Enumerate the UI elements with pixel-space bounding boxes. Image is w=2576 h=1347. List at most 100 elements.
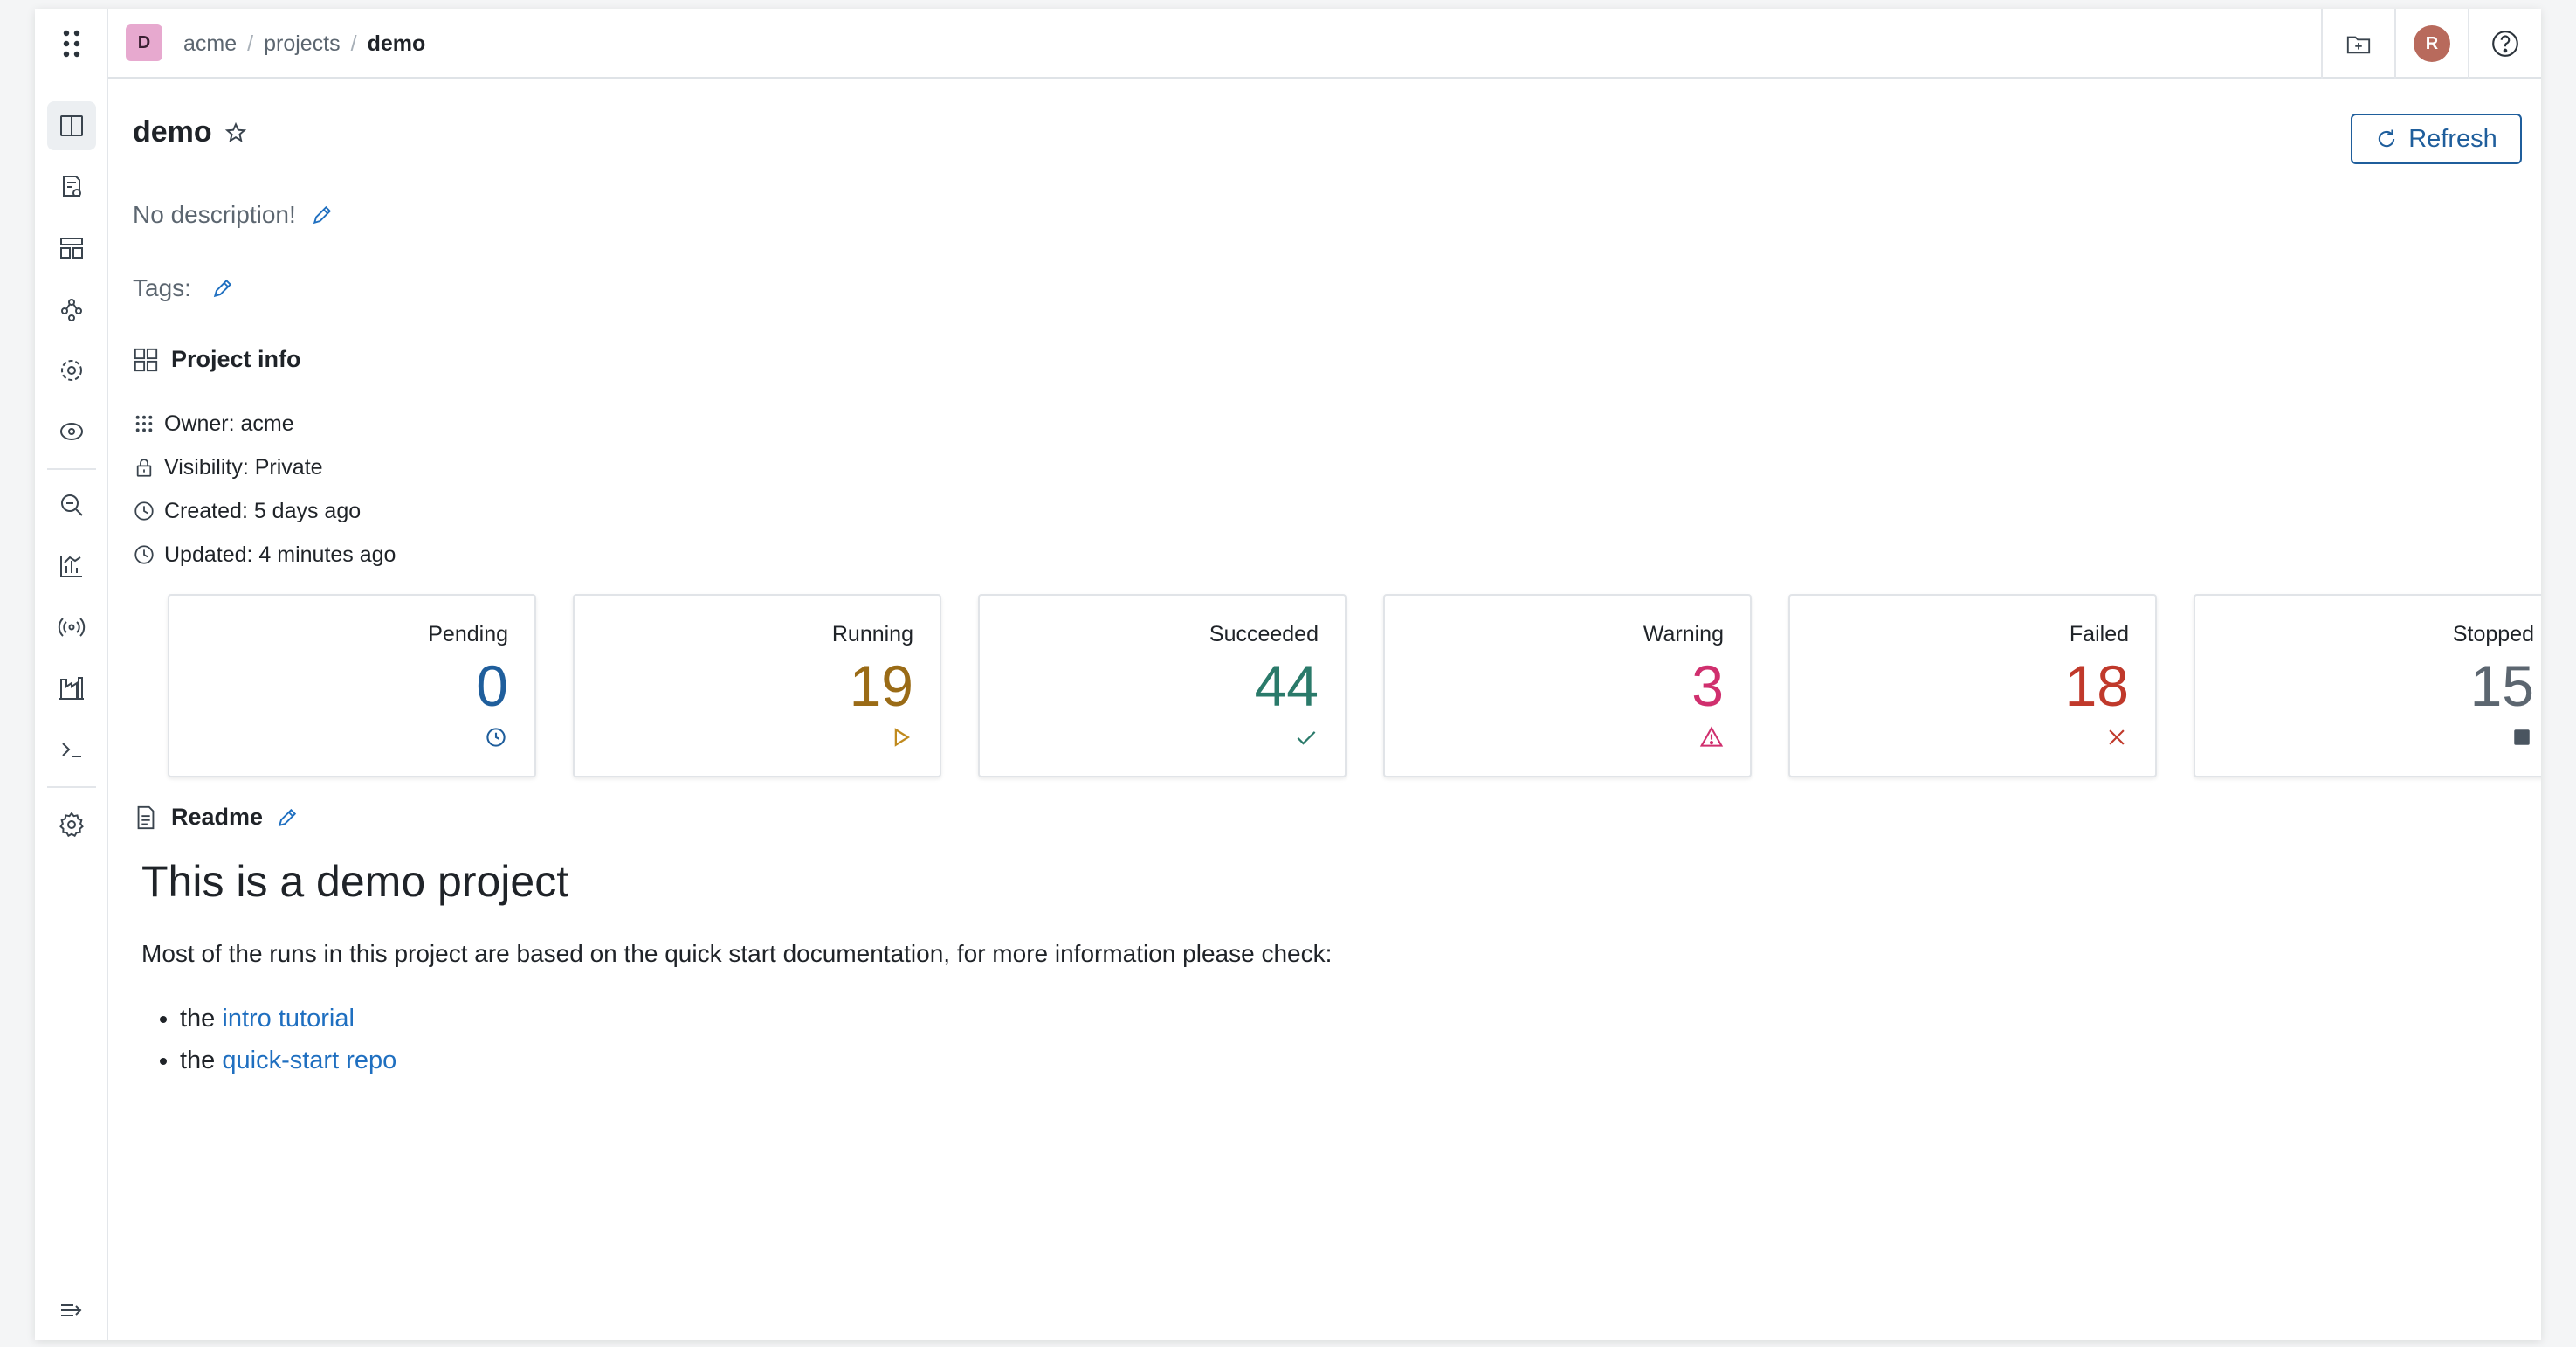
hub-icon xyxy=(61,360,82,381)
layout-icon xyxy=(60,238,83,259)
refresh-icon xyxy=(2379,129,2395,148)
list-prefix: the xyxy=(180,1005,223,1033)
play-icon xyxy=(894,728,911,747)
breadcrumb-separator: / xyxy=(350,31,357,56)
card-value: 15 xyxy=(2469,653,2534,718)
sidebar-divider xyxy=(47,786,96,788)
clock-icon xyxy=(134,501,154,521)
breadcrumb-projects[interactable]: projects xyxy=(264,31,341,57)
quick-start-repo-link[interactable]: quick-start repo xyxy=(222,1047,396,1074)
sidebar-item-agents[interactable] xyxy=(47,603,96,652)
sidebar-item-models[interactable] xyxy=(47,407,96,456)
sidebar-item-analytics[interactable] xyxy=(47,542,96,591)
tags-row: Tags: xyxy=(133,274,235,302)
intro-tutorial-link[interactable]: intro tutorial xyxy=(222,1005,355,1033)
grid-icon xyxy=(134,348,158,371)
check-icon xyxy=(1297,731,1316,745)
card-label: Stopped xyxy=(2452,622,2534,646)
sidebar-item-registry[interactable] xyxy=(47,664,96,713)
project-info-list: Owner: acme Visibility: Private Created:… xyxy=(133,402,396,577)
app-window: D acme / projects / demo R demo Refresh … xyxy=(35,9,2541,1340)
status-card-stopped[interactable]: Stopped 15 xyxy=(2194,594,2541,777)
lock-icon xyxy=(136,459,152,477)
created-text: Created: 5 days ago xyxy=(164,498,362,523)
breadcrumb-owner[interactable]: acme xyxy=(183,31,237,57)
info-visibility: Visibility: Private xyxy=(133,446,396,489)
clock-icon xyxy=(134,545,154,564)
main-content: demo Refresh No description! Tags: Proje… xyxy=(108,79,2541,1340)
card-label: Succeeded xyxy=(1209,622,1319,646)
description-row: No description! xyxy=(133,201,334,229)
status-card-succeeded[interactable]: Succeeded 44 xyxy=(978,594,1347,777)
card-value: 0 xyxy=(476,653,508,718)
card-label: Failed xyxy=(2069,622,2129,646)
avatar: R xyxy=(2414,25,2450,62)
card-value: 44 xyxy=(1254,653,1319,718)
card-value: 3 xyxy=(1691,653,1724,718)
file-settings-icon xyxy=(63,176,81,197)
breadcrumb-current: demo xyxy=(367,31,426,56)
sidebar-item-terminal[interactable] xyxy=(47,725,96,774)
status-card-failed[interactable]: Failed 18 xyxy=(1788,594,2157,777)
edit-description-icon[interactable] xyxy=(310,203,334,227)
sidebar-item-search[interactable] xyxy=(47,480,96,529)
updated-text: Updated: 4 minutes ago xyxy=(164,542,396,567)
sidebar-item-components[interactable] xyxy=(47,346,96,395)
target-icon xyxy=(60,423,83,440)
sidebar-item-runs[interactable] xyxy=(47,162,96,211)
help-button[interactable] xyxy=(2468,9,2541,79)
new-project-button[interactable] xyxy=(2321,9,2394,79)
help-icon xyxy=(2492,31,2518,57)
factory-icon xyxy=(59,677,84,700)
search-icon xyxy=(61,494,83,516)
page-title: demo xyxy=(133,115,247,149)
panels-icon xyxy=(60,115,83,136)
star-icon[interactable] xyxy=(224,121,247,144)
sidebar-collapse-button[interactable] xyxy=(47,1286,96,1335)
readme-h1: This is a demo project xyxy=(141,857,569,906)
readme-content: This is a demo project Most of the runs … xyxy=(141,856,2325,1081)
status-cards: Pending 0 Running 19 Succeeded 44 Warnin… xyxy=(168,594,2541,777)
warning-icon xyxy=(1699,726,1724,747)
gear-icon xyxy=(59,812,84,838)
project-info-heading: Project info xyxy=(133,346,301,373)
top-header: D acme / projects / demo R xyxy=(108,9,2541,79)
sidebar-divider xyxy=(47,468,96,470)
card-value: 18 xyxy=(2064,653,2129,718)
status-card-warning[interactable]: Warning 3 xyxy=(1383,594,1752,777)
project-avatar[interactable]: D xyxy=(126,24,162,61)
description-text: No description! xyxy=(133,201,296,228)
sidebar-item-settings[interactable] xyxy=(47,800,96,849)
user-menu-button[interactable]: R xyxy=(2394,9,2468,79)
sidebar xyxy=(35,9,108,1340)
app-menu-button[interactable] xyxy=(35,9,108,79)
broadcast-icon xyxy=(58,618,86,637)
readme-list: the intro tutorial the quick-start repo xyxy=(141,998,2325,1081)
readme-title: Readme xyxy=(171,804,264,830)
collapse-icon xyxy=(61,1304,82,1316)
new-folder-icon xyxy=(2346,36,2371,54)
sidebar-item-dashboards[interactable] xyxy=(47,224,96,273)
dots-icon xyxy=(135,415,153,432)
tags-label: Tags: xyxy=(133,274,191,301)
nodes-icon xyxy=(61,299,82,321)
project-name: demo xyxy=(133,115,212,149)
status-card-pending[interactable]: Pending 0 xyxy=(168,594,536,777)
card-value: 19 xyxy=(849,653,913,718)
refresh-button[interactable]: Refresh xyxy=(2351,114,2522,164)
stop-icon xyxy=(2514,729,2530,745)
project-info-title: Project info xyxy=(171,346,301,372)
info-owner: Owner: acme xyxy=(133,402,396,446)
card-label: Pending xyxy=(428,622,508,646)
breadcrumb: acme / projects / demo xyxy=(183,9,425,79)
sidebar-item-graph[interactable] xyxy=(47,285,96,334)
edit-tags-icon[interactable] xyxy=(210,276,235,300)
card-label: Running xyxy=(831,622,913,646)
info-created: Created: 5 days ago xyxy=(133,489,396,533)
status-card-running[interactable]: Running 19 xyxy=(573,594,941,777)
edit-readme-icon[interactable] xyxy=(275,805,300,830)
visibility-text: Visibility: Private xyxy=(164,454,323,480)
clock-icon xyxy=(486,728,506,747)
sidebar-item-overview[interactable] xyxy=(47,101,96,150)
close-icon xyxy=(2109,729,2125,745)
